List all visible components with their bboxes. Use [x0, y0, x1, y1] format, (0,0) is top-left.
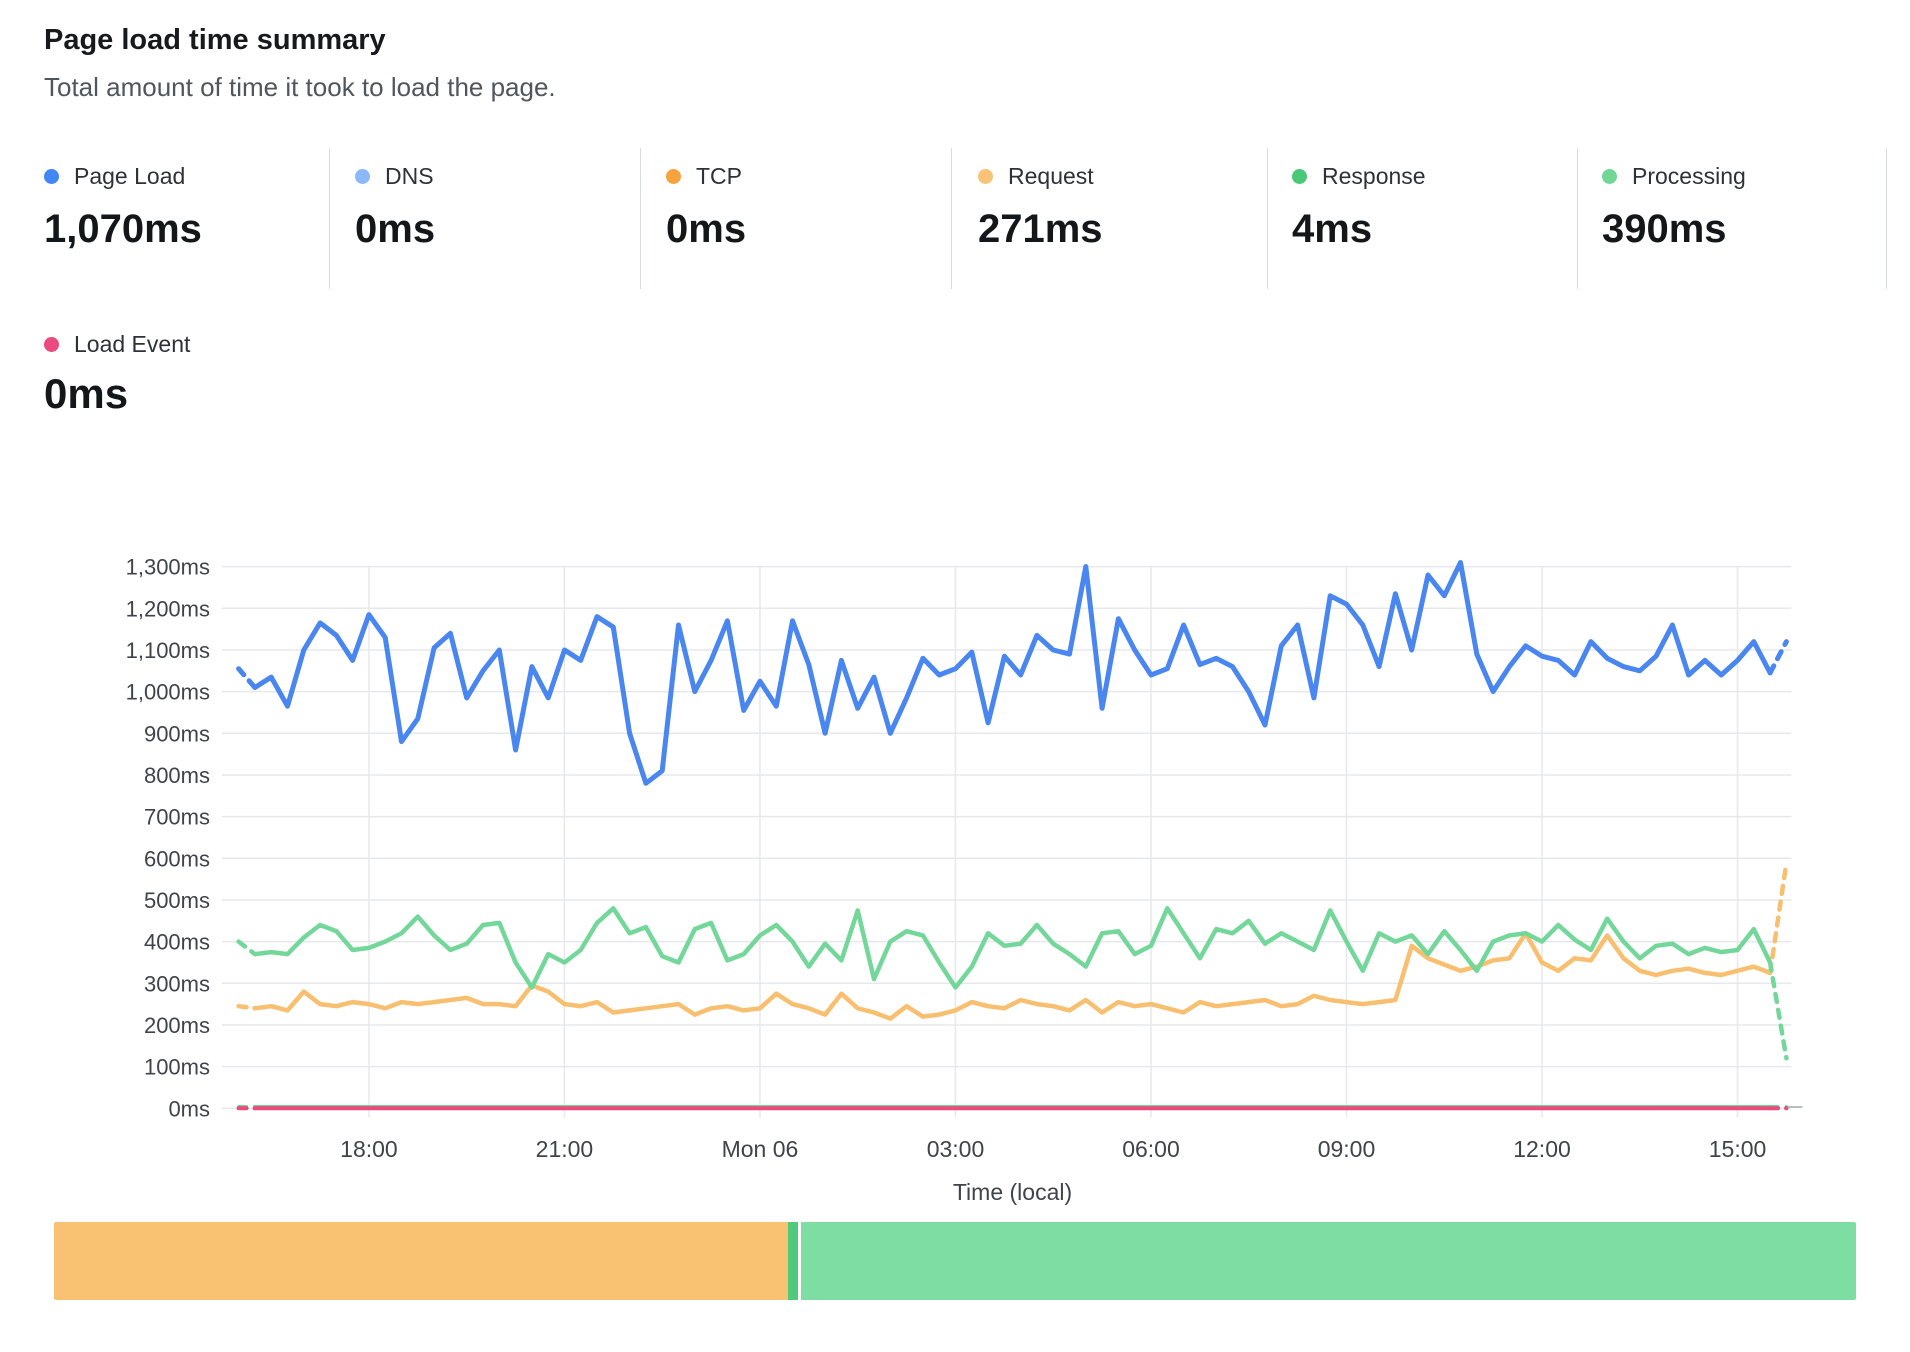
y-tick-label: 900ms — [144, 721, 210, 746]
x-tick-label: 18:00 — [340, 1136, 398, 1162]
time-range-bar[interactable] — [54, 1222, 1856, 1300]
y-tick-label: 1,000ms — [126, 680, 210, 705]
y-tick-label: 0ms — [168, 1096, 210, 1121]
y-tick-label: 1,100ms — [126, 638, 210, 663]
x-tick-label: 21:00 — [536, 1136, 594, 1162]
y-tick-label: 500ms — [144, 888, 210, 913]
series-processing — [239, 942, 255, 955]
series-processing — [255, 908, 1770, 987]
y-tick-label: 300ms — [144, 971, 210, 996]
y-tick-label: 200ms — [144, 1013, 210, 1038]
series-processing — [1770, 963, 1786, 1059]
series-request — [239, 1006, 255, 1008]
series-page-load — [239, 669, 255, 688]
x-tick-label: 06:00 — [1122, 1136, 1180, 1162]
bar-segment-request-portion[interactable] — [54, 1222, 788, 1300]
y-tick-label: 600ms — [144, 846, 210, 871]
x-tick-label: 03:00 — [927, 1136, 985, 1162]
y-tick-label: 1,200ms — [126, 596, 210, 621]
y-tick-label: 1,300ms — [126, 555, 210, 580]
page: Page load time summary Total amount of t… — [0, 0, 1910, 1352]
y-tick-label: 400ms — [144, 930, 210, 955]
x-tick-label: 09:00 — [1318, 1136, 1376, 1162]
x-tick-label: 15:00 — [1709, 1136, 1767, 1162]
page-load-time-chart[interactable]: 0ms 100ms 200ms 300ms 400ms 500ms 600ms 700ms 80… — [0, 0, 1910, 1352]
y-tick-label: 800ms — [144, 763, 210, 788]
x-tick-label: 12:00 — [1513, 1136, 1571, 1162]
bar-segment-divider-sliver[interactable] — [788, 1222, 798, 1300]
bar-segment-processing-portion[interactable] — [801, 1222, 1856, 1300]
series-request — [1770, 863, 1786, 973]
series-page-load — [1770, 642, 1786, 673]
y-tick-label: 700ms — [144, 805, 210, 830]
x-axis-title: Time (local) — [953, 1179, 1072, 1205]
x-tick-label: Mon 06 — [722, 1136, 799, 1162]
y-tick-label: 100ms — [144, 1055, 210, 1080]
series-page-load — [255, 563, 1770, 784]
